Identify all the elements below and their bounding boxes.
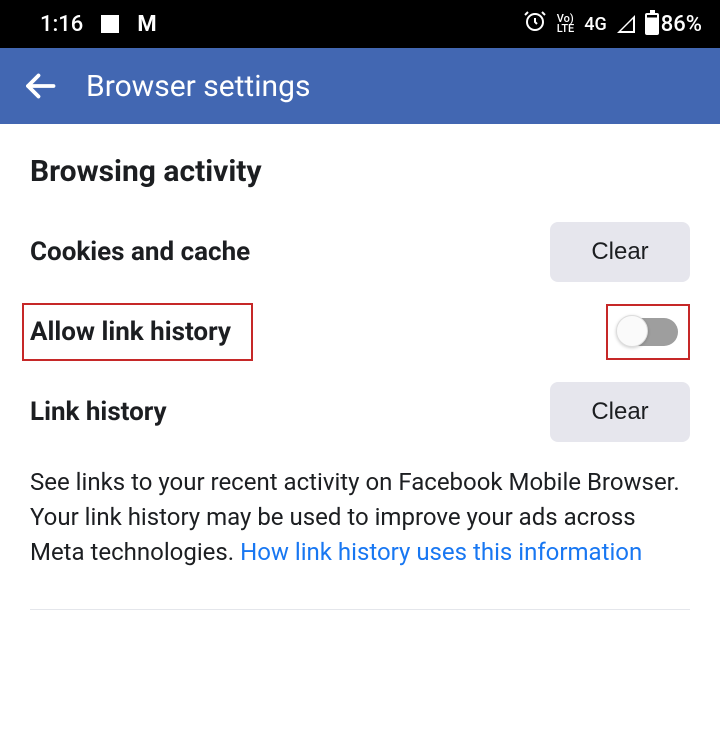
square-icon — [101, 15, 119, 33]
clear-cookies-button[interactable]: Clear — [550, 222, 690, 282]
arrow-left-icon — [22, 68, 58, 104]
status-time: 1:16 — [40, 12, 83, 37]
row-link-history: Link history Clear — [30, 377, 690, 447]
content: Browsing activity Cookies and cache Clea… — [0, 124, 720, 610]
row-label-link-history: Link history — [30, 397, 167, 427]
divider — [30, 609, 690, 610]
alarm-icon — [523, 9, 547, 39]
battery-icon — [645, 13, 659, 35]
battery-percentage: 86% — [661, 12, 702, 37]
app-bar: Browser settings — [0, 48, 720, 124]
volte-icon: Vo) LTE — [557, 14, 575, 34]
status-bar: 1:16 M Vo) LTE 4G 86% — [0, 0, 720, 48]
page-title: Browser settings — [86, 69, 310, 104]
back-button[interactable] — [20, 66, 60, 106]
row-allow-link-history: Allow link history — [30, 297, 690, 367]
allow-link-history-toggle[interactable] — [618, 318, 678, 346]
link-history-description: See links to your recent activity on Fac… — [30, 465, 690, 569]
toggle-highlight-box — [606, 304, 690, 360]
network-4g-label: 4G — [584, 14, 607, 35]
how-link-history-uses-info-link[interactable]: How link history uses this information — [240, 538, 642, 566]
clear-link-history-button[interactable]: Clear — [550, 382, 690, 442]
gmail-icon: M — [137, 12, 154, 37]
section-title: Browsing activity — [30, 154, 690, 189]
battery-indicator: 86% — [645, 12, 702, 37]
toggle-knob — [616, 315, 648, 347]
status-left: 1:16 M — [40, 12, 155, 37]
signal-icon — [617, 15, 635, 33]
row-cookies-and-cache: Cookies and cache Clear — [30, 217, 690, 287]
status-right: Vo) LTE 4G 86% — [523, 9, 702, 39]
volte-bottom: LTE — [557, 24, 575, 34]
row-label-allow-link-history: Allow link history — [22, 303, 253, 361]
row-label-cookies: Cookies and cache — [30, 237, 250, 267]
